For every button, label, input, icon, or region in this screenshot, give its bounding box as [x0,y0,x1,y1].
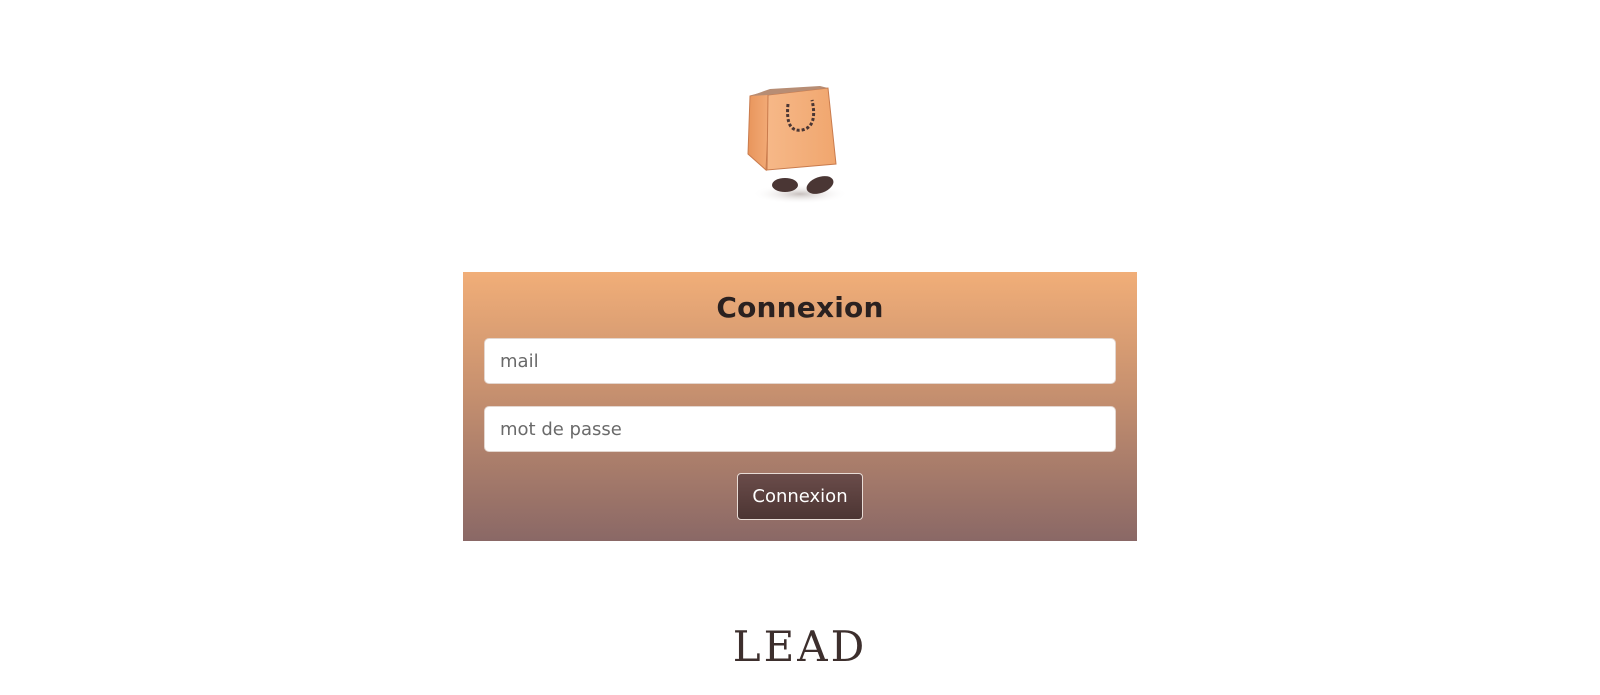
brand-logo: LEAD [732,622,868,671]
email-input[interactable] [484,338,1116,384]
login-card: Connexion Connexion [463,272,1137,541]
login-page: Connexion Connexion LEAD [0,0,1600,695]
login-title: Connexion [716,291,884,324]
password-input[interactable] [484,406,1116,452]
login-button[interactable]: Connexion [737,473,863,520]
shopping-bag-mascot-icon [747,86,848,204]
